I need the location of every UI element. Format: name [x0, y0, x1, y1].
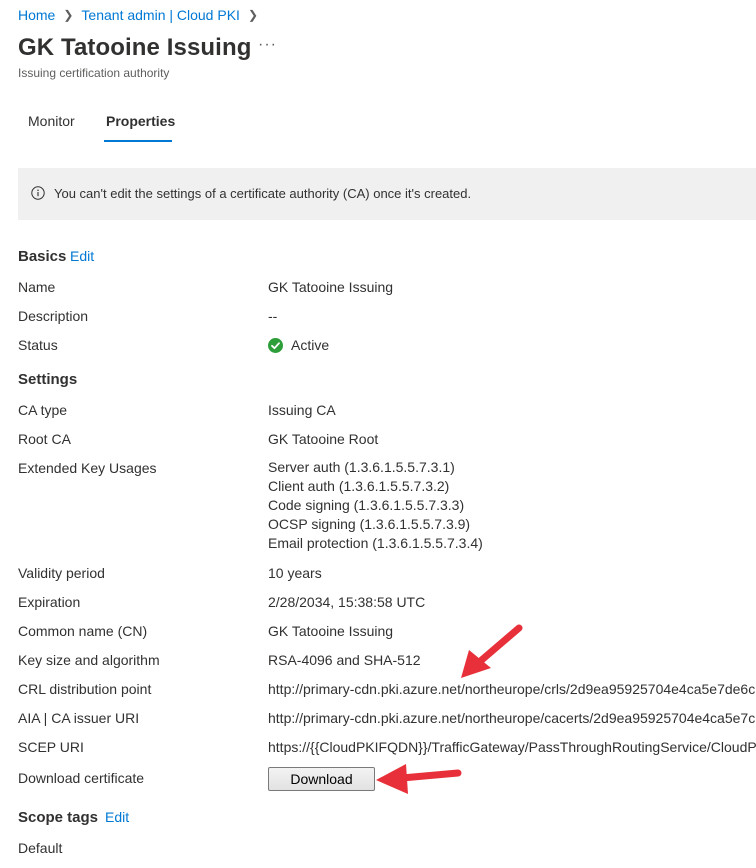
chevron-right-icon: ❯ — [247, 8, 258, 22]
info-banner-text: You can't edit the settings of a certifi… — [54, 186, 472, 201]
settings-heading: Settings — [18, 371, 78, 388]
active-tab-indicator — [104, 140, 172, 142]
annotation-arrow-icon — [461, 624, 523, 678]
tab-monitor[interactable]: Monitor — [28, 113, 75, 129]
description-label: Description — [18, 308, 89, 324]
root-ca-value: GK Tatooine Root — [268, 431, 379, 447]
basics-heading: Basics — [18, 248, 67, 265]
breadcrumb-home-link[interactable]: Home — [18, 7, 55, 23]
more-options-icon[interactable]: ··· — [258, 36, 277, 54]
key-size-label: Key size and algorithm — [18, 652, 160, 668]
eku-item: Email protection (1.3.6.1.5.5.7.3.4) — [268, 535, 483, 551]
basics-edit-link[interactable]: Edit — [70, 248, 94, 264]
crl-distribution-point-label: CRL distribution point — [18, 681, 152, 697]
eku-item: Client auth (1.3.6.1.5.5.7.3.2) — [268, 478, 450, 494]
eku-item: OCSP signing (1.3.6.1.5.5.7.3.9) — [268, 516, 471, 532]
info-icon — [31, 186, 45, 200]
breadcrumb-cloud-pki-link[interactable]: Tenant admin | Cloud PKI — [81, 7, 240, 23]
checkmark-circle-icon — [268, 338, 283, 353]
status-value: Active — [291, 337, 330, 353]
eku-item: Code signing (1.3.6.1.5.5.7.3.3) — [268, 497, 465, 513]
common-name-label: Common name (CN) — [18, 623, 148, 639]
scep-uri-value: https://{{CloudPKIFQDN}}/TrafficGateway/… — [268, 739, 756, 755]
tab-properties[interactable]: Properties — [106, 113, 175, 129]
chevron-right-icon: ❯ — [63, 8, 74, 22]
eku-label: Extended Key Usages — [18, 460, 157, 476]
page-subtitle: Issuing certification authority — [18, 66, 170, 80]
scope-tag-default: Default — [18, 840, 63, 856]
ca-type-label: CA type — [18, 402, 68, 418]
page-title: GK Tatooine Issuing — [18, 34, 252, 61]
scope-tags-edit-link[interactable]: Edit — [105, 809, 129, 825]
description-value: -- — [268, 308, 278, 324]
scep-uri-label: SCEP URI — [18, 739, 84, 755]
ca-type-value: Issuing CA — [268, 402, 336, 418]
eku-list: Server auth (1.3.6.1.5.5.7.3.1) Client a… — [268, 458, 483, 553]
expiration-value: 2/28/2034, 15:38:58 UTC — [268, 594, 426, 610]
common-name-value: GK Tatooine Issuing — [268, 623, 394, 639]
name-value: GK Tatooine Issuing — [268, 279, 394, 295]
name-label: Name — [18, 279, 56, 295]
download-button[interactable]: Download — [268, 767, 375, 791]
aia-issuer-uri-value: http://primary-cdn.pki.azure.net/northeu… — [268, 710, 756, 726]
validity-period-label: Validity period — [18, 565, 105, 581]
expiration-label: Expiration — [18, 594, 81, 610]
crl-distribution-point-value: http://primary-cdn.pki.azure.net/northeu… — [268, 681, 756, 697]
aia-issuer-uri-label: AIA | CA issuer URI — [18, 710, 140, 726]
annotation-arrow-icon — [376, 764, 462, 794]
breadcrumb: Home ❯ Tenant admin | Cloud PKI ❯ — [18, 7, 266, 23]
root-ca-label: Root CA — [18, 431, 71, 447]
scope-tags-heading: Scope tags — [18, 809, 99, 826]
status-label: Status — [18, 337, 58, 353]
download-certificate-label: Download certificate — [18, 770, 145, 786]
validity-period-value: 10 years — [268, 565, 322, 581]
eku-item: Server auth (1.3.6.1.5.5.7.3.1) — [268, 459, 455, 475]
key-size-value: RSA-4096 and SHA-512 — [268, 652, 421, 668]
